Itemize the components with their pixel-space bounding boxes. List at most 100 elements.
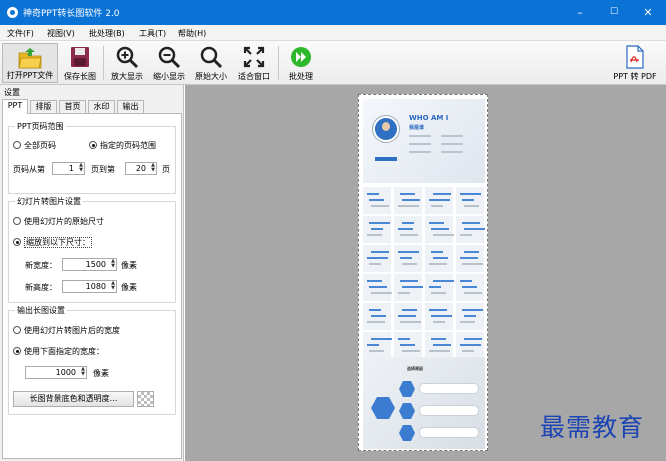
panel-title: 设置	[4, 88, 20, 97]
thumbnail-line	[464, 315, 476, 317]
profile-slide: WHO AM I 我是谁	[363, 99, 485, 183]
page-from-value: 1	[68, 164, 74, 173]
zoom-out-button[interactable]: 缩小显示	[150, 43, 188, 83]
page-from-spinner[interactable]: 1 ▲ ▼	[52, 162, 85, 175]
thumbnail-line	[460, 321, 475, 323]
output-width-spinner[interactable]: 1000 ▲ ▼	[25, 366, 87, 379]
menu-file[interactable]: 文件(F)	[7, 28, 34, 39]
thumbnail-line	[398, 228, 413, 230]
menu-help[interactable]: 帮助(H)	[178, 28, 206, 39]
spinner-arrows-icon[interactable]: ▲ ▼	[81, 367, 85, 377]
minimize-button[interactable]: –	[563, 0, 597, 25]
thumbnail-line	[462, 350, 474, 352]
tab-homepage[interactable]: 首页	[59, 100, 86, 113]
output-title: 输出长图设置	[15, 305, 67, 316]
slide-thumbnail	[425, 332, 453, 359]
close-button[interactable]: ✕	[631, 0, 665, 25]
background-color-button[interactable]: 长图背景底色和透明度...	[13, 391, 134, 407]
thumbnail-line	[431, 292, 446, 294]
thumbnail-line	[398, 205, 419, 207]
hexagon-shape	[399, 381, 415, 397]
thumbnail-line	[429, 309, 447, 311]
maximize-button[interactable]: ☐	[597, 0, 631, 25]
tab-watermark[interactable]: 水印	[88, 100, 115, 113]
original-size-label: 原始大小	[195, 72, 227, 81]
thumbnail-line	[464, 292, 482, 294]
thumbnail-line	[462, 222, 480, 224]
spinner-arrows-icon[interactable]: ▲ ▼	[111, 259, 115, 269]
zoom-out-label: 缩小显示	[153, 72, 185, 81]
slide-image-title: 幻灯片转图片设置	[15, 196, 83, 207]
window-title: 神奇PPT转长图软件 2.0	[23, 9, 120, 19]
profile-text-line	[409, 135, 431, 137]
open-ppt-button[interactable]: 打开PPT文件	[2, 43, 58, 83]
converted-width-radio[interactable]: 使用幻灯片转图片后的宽度	[13, 325, 120, 336]
profile-name-tag	[375, 157, 397, 161]
original-size-button[interactable]: 原始大小	[192, 43, 230, 83]
menu-view[interactable]: 视图(V)	[47, 28, 75, 39]
fit-window-button[interactable]: 适合窗口	[234, 43, 274, 83]
thumbnail-line	[429, 263, 447, 265]
original-size-radio[interactable]: 使用幻灯片的原始尺寸	[13, 216, 104, 227]
thumbnail-line	[462, 263, 483, 265]
slide-thumbnail	[363, 303, 391, 330]
thumbnail-line	[431, 338, 446, 340]
new-width-value: 1500	[85, 260, 106, 269]
thumbnail-line	[431, 251, 443, 253]
slide-thumbnail	[363, 332, 392, 359]
slide-thumbnail	[425, 303, 453, 330]
thumbnail-line	[433, 193, 451, 195]
thumbnail-line	[371, 338, 392, 340]
thumbnail-line	[367, 344, 379, 346]
specified-width-radio[interactable]: 使用下面指定的宽度：	[13, 346, 104, 357]
thumbnail-line	[398, 292, 410, 294]
slide-thumbnail	[394, 332, 422, 359]
thumbnail-line	[460, 193, 481, 195]
reason-pill	[419, 405, 479, 416]
zoom-in-icon	[116, 46, 139, 69]
thumbnail-line	[369, 286, 387, 288]
page-from-label: 页码从第	[13, 165, 45, 174]
specified-width-label: 使用下面指定的宽度：	[24, 347, 104, 356]
page-to-spinner[interactable]: 20 ▲ ▼	[125, 162, 157, 175]
menu-batch[interactable]: 批处理(B)	[89, 28, 125, 39]
batch-label: 批处理	[289, 72, 313, 81]
menu-tools[interactable]: 工具(T)	[139, 28, 166, 39]
all-pages-radio[interactable]: 全部页码	[13, 140, 56, 151]
spinner-arrows-icon[interactable]: ▲ ▼	[79, 163, 83, 173]
scale-to-radio[interactable]: 缩放到以下尺寸：	[13, 237, 92, 248]
radio-indicator	[89, 141, 97, 149]
zoom-in-label: 放大显示	[111, 72, 143, 81]
converted-width-label: 使用幻灯片转图片后的宽度	[24, 326, 120, 335]
specified-pages-radio[interactable]: 指定的页码范围	[89, 140, 156, 151]
new-width-label: 新宽度：	[25, 261, 57, 270]
new-height-spinner[interactable]: 1080 ▲ ▼	[62, 280, 117, 293]
radio-indicator	[13, 238, 21, 246]
zoom-in-button[interactable]: 放大显示	[108, 43, 146, 83]
tab-ppt[interactable]: PPT	[2, 99, 28, 114]
batch-button[interactable]: 批处理	[283, 43, 319, 83]
new-width-spinner[interactable]: 1500 ▲ ▼	[62, 258, 117, 271]
slide-thumbnail	[456, 187, 484, 214]
transparency-swatch[interactable]	[137, 391, 154, 407]
spinner-arrows-icon[interactable]: ▲ ▼	[111, 281, 115, 291]
pdf-file-icon	[626, 45, 644, 69]
settings-panel: 设置 PPT 排版 首页 水印 输出 PPT页码范围 全部页码 指定的页码范围 …	[0, 85, 184, 461]
profile-text-line	[441, 151, 463, 153]
reasons-slide: 选择原因	[363, 357, 485, 449]
ppt-to-pdf-label: PPT 转 PDF	[613, 72, 657, 81]
spinner-arrows-icon[interactable]: ▲ ▼	[151, 163, 155, 173]
page-range-group: PPT页码范围 全部页码 指定的页码范围 页码从第 1 ▲ ▼ 页到第 20 ▲ ▼…	[8, 121, 176, 194]
slide-thumbnail	[425, 187, 453, 214]
thumbnail-line	[431, 228, 449, 230]
tab-layout[interactable]: 排版	[30, 100, 57, 113]
save-image-button[interactable]: 保存长图	[60, 43, 100, 83]
reason-pill	[419, 427, 479, 438]
thumbnail-line	[402, 263, 417, 265]
toolbar-separator	[103, 46, 104, 80]
thumbnail-line	[371, 205, 389, 207]
tab-output[interactable]: 输出	[117, 100, 144, 113]
output-width-unit: 像素	[93, 369, 109, 378]
magnifier-icon	[200, 46, 223, 69]
ppt-to-pdf-button[interactable]: PPT 转 PDF	[609, 43, 661, 83]
